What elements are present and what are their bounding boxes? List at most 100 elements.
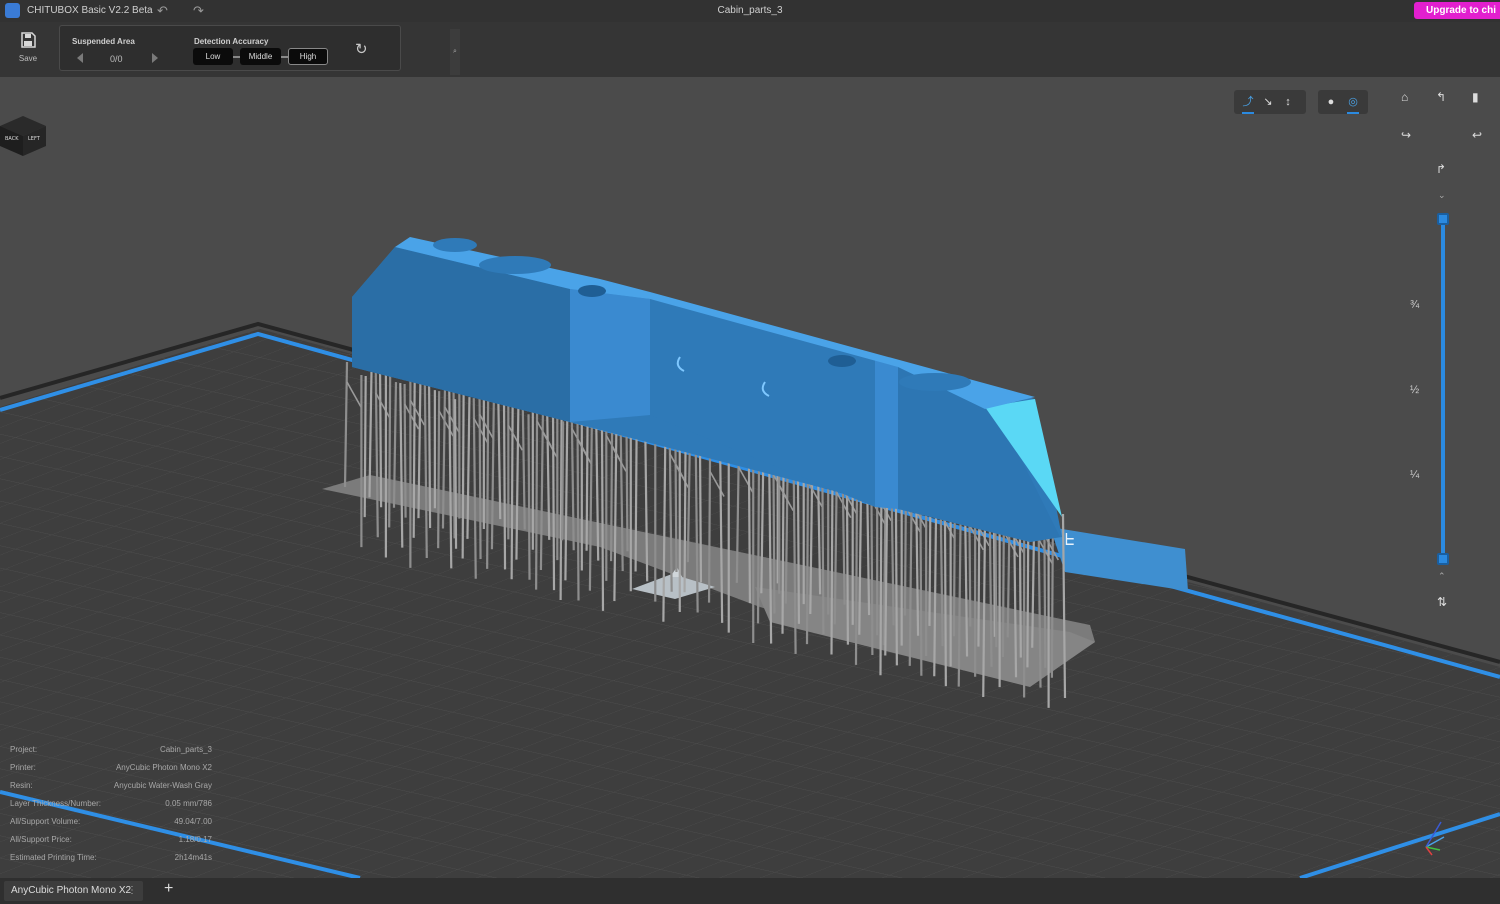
support-pillar: [585, 416, 589, 551]
support-pillar: [821, 474, 825, 635]
plate-label: ᖶ: [1065, 530, 1074, 549]
support-pillar: [427, 379, 432, 528]
support-pillar: [625, 424, 629, 552]
support-pillar: [747, 459, 752, 604]
info-row-printer: Printer: AnyCubic Photon Mono X2: [10, 763, 212, 781]
support-pillar: [453, 399, 458, 549]
perspective-icon[interactable]: ▮: [1472, 90, 1479, 104]
info-key: Estimated Printing Time:: [10, 853, 97, 862]
support-pillar: [576, 419, 580, 601]
suspended-area-title: Suspended Area: [72, 37, 135, 46]
home-view-icon[interactable]: ⌂: [1401, 90, 1408, 104]
support-pillar: [756, 456, 761, 624]
info-row-layer: Layer Thickness/Number: 0.05 mm/786: [10, 799, 212, 817]
view-mode-group: ⤴ ↘ ↕: [1234, 90, 1306, 114]
detection-panel: Suspended Area 0/0 Detection Accuracy Lo…: [59, 25, 460, 75]
support-pillar: [412, 381, 416, 538]
bottom-bar: AnyCubic Photon Mono X2 ⋮ +: [0, 878, 1500, 904]
accuracy-middle-button[interactable]: Middle: [240, 48, 281, 65]
slider-reset-icon[interactable]: ⇅: [1437, 595, 1447, 609]
rotate-up-icon[interactable]: ↰: [1436, 90, 1446, 104]
rotate-right-icon[interactable]: ↩: [1472, 128, 1482, 142]
support-pillar: [535, 401, 539, 590]
layer-slider[interactable]: [1441, 214, 1445, 561]
cube-face-left: LEFT: [28, 136, 41, 142]
slider-top-handle[interactable]: [1437, 213, 1449, 225]
info-value: Cabin_parts_3: [159, 745, 212, 754]
support-pillar: [894, 489, 898, 666]
info-key: All/Support Price:: [10, 835, 72, 844]
support-pillar: [1050, 516, 1055, 678]
printer-tab[interactable]: AnyCubic Photon Mono X2 ⋮: [4, 881, 143, 901]
rotate-down-icon[interactable]: ↱: [1436, 162, 1446, 176]
info-row-project: Project: Cabin_parts_3: [10, 745, 212, 763]
support-pillar: [600, 429, 605, 611]
support-pillar: [772, 454, 776, 614]
info-value: AnyCubic Photon Mono X2: [115, 763, 212, 772]
3d-viewport[interactable]: ᖶ ⤴ ↘ ↕ ● ◎ ⌂ ↰ ▮ ↪ ↩ ↱ BACK LEFT ⌄ ¾ ½ …: [0, 77, 1500, 878]
save-label: Save: [18, 54, 38, 63]
cube-face-back: BACK: [5, 136, 19, 142]
support-pillar: [796, 464, 801, 624]
support-view-icon[interactable]: ⤴: [1240, 94, 1256, 114]
slider-bottom-handle[interactable]: [1437, 553, 1449, 565]
slider-mark-1-4: ¼: [1410, 469, 1420, 481]
support-pillar: [461, 386, 465, 559]
support-pillar: [805, 461, 810, 645]
info-value: Anycubic Water-Wash Gray: [113, 781, 212, 790]
accuracy-low-button[interactable]: Low: [193, 48, 233, 65]
info-key: All/Support Volume:: [10, 817, 81, 826]
tab-menu-icon[interactable]: ⋮: [127, 881, 137, 901]
support-pillar: [363, 375, 367, 518]
upgrade-button[interactable]: Upgrade to chi: [1414, 2, 1500, 19]
info-value: 1.18/0.17: [178, 835, 212, 844]
project-info: Project: Cabin_parts_3 Printer: AnyCubic P…: [10, 745, 212, 871]
save-icon: [21, 32, 36, 48]
support-pillar: [1018, 519, 1022, 658]
refresh-icon[interactable]: ↻: [355, 40, 368, 58]
light-support-icon[interactable]: ↘: [1260, 94, 1276, 110]
support-pillar: [870, 479, 874, 655]
wireframe-render-icon[interactable]: ◎: [1345, 94, 1361, 114]
support-pillar: [561, 421, 565, 541]
support-pillar: [698, 439, 703, 583]
support-pillar: [707, 451, 712, 603]
rotate-left-icon[interactable]: ↪: [1401, 128, 1411, 142]
render-mode-group: ● ◎: [1318, 90, 1368, 114]
view-cube[interactable]: BACK LEFT: [0, 114, 46, 156]
info-row-time: Estimated Printing Time: 2h14m41s: [10, 853, 212, 871]
toolbar: Save Suspended Area 0/0 Detection Accura…: [0, 22, 1500, 77]
info-key: Resin:: [10, 781, 33, 790]
solid-render-icon[interactable]: ●: [1323, 94, 1339, 110]
slider-mark-1-2: ½: [1410, 384, 1420, 396]
slider-down-icon[interactable]: ⌃: [1438, 571, 1446, 582]
support-pillar: [527, 414, 531, 580]
support-pillar: [478, 394, 482, 560]
support-pillar: [388, 371, 392, 528]
slider-up-icon[interactable]: ⌄: [1438, 190, 1446, 201]
accuracy-high-button[interactable]: High: [288, 48, 328, 65]
medium-support-icon[interactable]: ↕: [1280, 94, 1296, 110]
info-row-price: All/Support Price: 1.18/0.17: [10, 835, 212, 853]
info-key: Printer:: [10, 763, 36, 772]
info-value: 0.05 mm/786: [165, 799, 212, 808]
support-pillar: [830, 471, 834, 655]
printer-tab-label: AnyCubic Photon Mono X2: [11, 885, 132, 896]
support-pillar: [378, 374, 383, 508]
panel-collapse-icon[interactable]: ⌕: [450, 29, 460, 75]
support-pillar: [551, 409, 556, 591]
info-row-resin: Resin: Anycubic Water-Wash Gray: [10, 781, 212, 799]
support-pillar: [486, 396, 490, 569]
support-pillar: [854, 481, 859, 665]
detection-accuracy-title: Detection Accuracy: [194, 37, 269, 46]
support-pillar: [634, 436, 638, 572]
suspended-area-counter: 0/0: [110, 54, 123, 64]
add-tab-icon[interactable]: +: [164, 880, 173, 898]
slider-mark-3-4: ¾: [1410, 299, 1420, 311]
previous-area-arrow-icon[interactable]: [77, 53, 83, 63]
info-key: Layer Thickness/Number:: [10, 799, 101, 808]
support-pillar: [502, 404, 507, 570]
next-area-arrow-icon[interactable]: [152, 53, 158, 63]
save-button[interactable]: Save: [14, 32, 42, 63]
file-title: Cabin_parts_3: [717, 5, 783, 16]
